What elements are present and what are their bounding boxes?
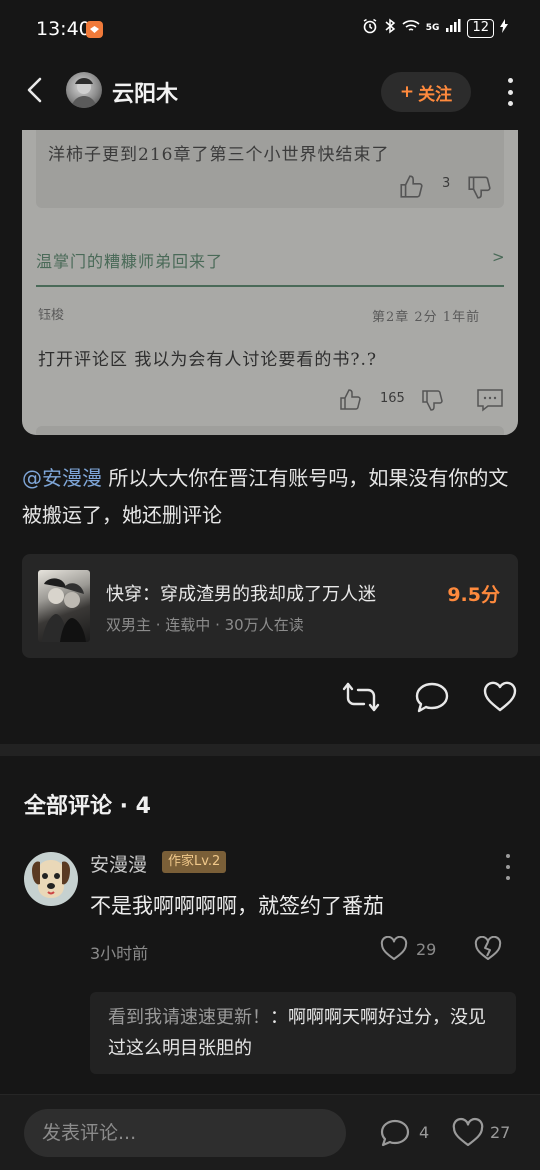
broken-heart-icon	[474, 935, 502, 960]
image-bottom-strip	[36, 426, 504, 435]
image-book-arrow: >	[492, 248, 505, 266]
commenter-name[interactable]: 安漫漫	[90, 850, 147, 877]
comment-more-button[interactable]	[502, 854, 514, 880]
status-time: 13:40	[36, 18, 91, 40]
image-top-comment-box: 洋柿子更到216章了第三个小世界快结束了 3	[36, 130, 504, 208]
reply-preview[interactable]: 看到我请速速更新！：啊啊啊天啊好过分，没见过这么明目张胆的	[90, 992, 516, 1074]
image-like-count: 165	[380, 391, 405, 406]
reply-user[interactable]: 看到我请速速更新！	[108, 1007, 270, 1028]
alarm-icon	[362, 18, 378, 38]
top-bar: 云阳木 + 关注	[0, 60, 540, 130]
image-comment-meta: 第2章 2分 1年前	[372, 310, 481, 325]
more-options-button[interactable]	[500, 74, 520, 110]
thumbs-down-icon	[422, 390, 443, 411]
plus-icon: +	[399, 82, 415, 102]
comment-like-count: 29	[416, 940, 437, 959]
image-book-link: 温掌门的糟糠师弟回来了	[36, 252, 224, 271]
bottom-comment-count: 4	[419, 1123, 430, 1142]
comment-dislike-button[interactable]	[474, 935, 502, 962]
post-action-row	[0, 678, 540, 718]
charging-icon	[500, 19, 508, 37]
comments-header: 全部评论 · 4	[24, 794, 151, 819]
chevron-left-icon	[27, 77, 42, 103]
more-dot-icon	[507, 89, 513, 95]
wifi-icon	[402, 19, 420, 37]
book-title: 快穿：穿成渣男的我却成了万人迷	[106, 584, 376, 605]
network-type-label: 5G	[425, 23, 440, 33]
more-dot-icon	[507, 78, 513, 83]
comment-time: 3小时前	[90, 944, 149, 963]
author-name[interactable]: 云阳木	[112, 76, 178, 108]
repost-icon	[342, 682, 380, 712]
comment-body: 不是我啊啊啊啊，就签约了番茄	[90, 894, 384, 918]
follow-button[interactable]: + 关注	[381, 72, 471, 112]
bottom-like-count: 27	[490, 1123, 511, 1142]
battery-indicator: 12	[467, 18, 494, 38]
image-divider	[36, 285, 504, 287]
comment-button[interactable]	[414, 680, 450, 714]
comment-like-button[interactable]	[380, 935, 408, 962]
book-cover	[38, 570, 90, 642]
writer-level-badge: 作家Lv.2	[162, 851, 227, 873]
status-icons: 5G 12	[362, 18, 508, 38]
book-score: 9.5分	[447, 584, 500, 606]
app-notification-icon	[86, 21, 103, 38]
image-comment-text: 打开评论区 我以为会有人讨论要看的书?.?	[38, 350, 378, 370]
more-dot-icon	[506, 876, 510, 880]
attached-image[interactable]: 洋柿子更到216章了第三个小世界快结束了 3 温掌门的糟糠师弟回来了 > 钰梭 …	[22, 130, 518, 435]
post-text: @安漫漫 所以大大你在晋江有账号吗，如果没有你的文被搬运了，她还删评论	[22, 460, 522, 534]
signal-icon	[445, 19, 461, 37]
image-top-comment-text: 洋柿子更到216章了第三个小世界快结束了	[48, 145, 390, 165]
like-button[interactable]	[482, 680, 518, 714]
repost-button[interactable]	[342, 680, 380, 714]
bottom-like-button[interactable]	[451, 1117, 485, 1149]
mention-link[interactable]: @安漫漫	[22, 466, 102, 490]
book-meta: 双男主 · 连载中 · 30万人在读	[106, 616, 304, 634]
commenter-avatar[interactable]	[24, 852, 78, 906]
author-avatar[interactable]	[66, 72, 102, 108]
bottom-bar: 发表评论... 4 27	[0, 1094, 540, 1170]
thumbs-up-icon	[400, 175, 423, 198]
back-button[interactable]	[20, 74, 52, 106]
comment-bubble-icon	[380, 1119, 410, 1147]
section-divider	[0, 744, 540, 756]
image-top-like-count: 3	[442, 176, 451, 191]
reply-bubble-icon	[477, 389, 503, 412]
more-dot-icon	[506, 865, 510, 869]
thumbs-down-icon	[468, 176, 491, 199]
more-dot-icon	[506, 854, 510, 858]
heart-icon	[483, 681, 517, 712]
book-card[interactable]: 快穿：穿成渣男的我却成了万人迷 9.5分 双男主 · 连载中 · 30万人在读	[22, 554, 518, 658]
status-bar: 13:40 5G 12	[0, 0, 540, 60]
comment-input[interactable]: 发表评论...	[24, 1109, 346, 1157]
more-dot-icon	[507, 101, 513, 106]
heart-icon	[380, 935, 408, 960]
bottom-comment-button[interactable]	[378, 1117, 412, 1149]
follow-label: 关注	[418, 84, 453, 105]
image-comment-user: 钰梭	[38, 308, 65, 323]
thumbs-up-icon	[340, 389, 361, 410]
heart-icon	[452, 1117, 484, 1147]
comment-bubble-icon	[415, 682, 449, 713]
bluetooth-icon	[384, 18, 396, 38]
